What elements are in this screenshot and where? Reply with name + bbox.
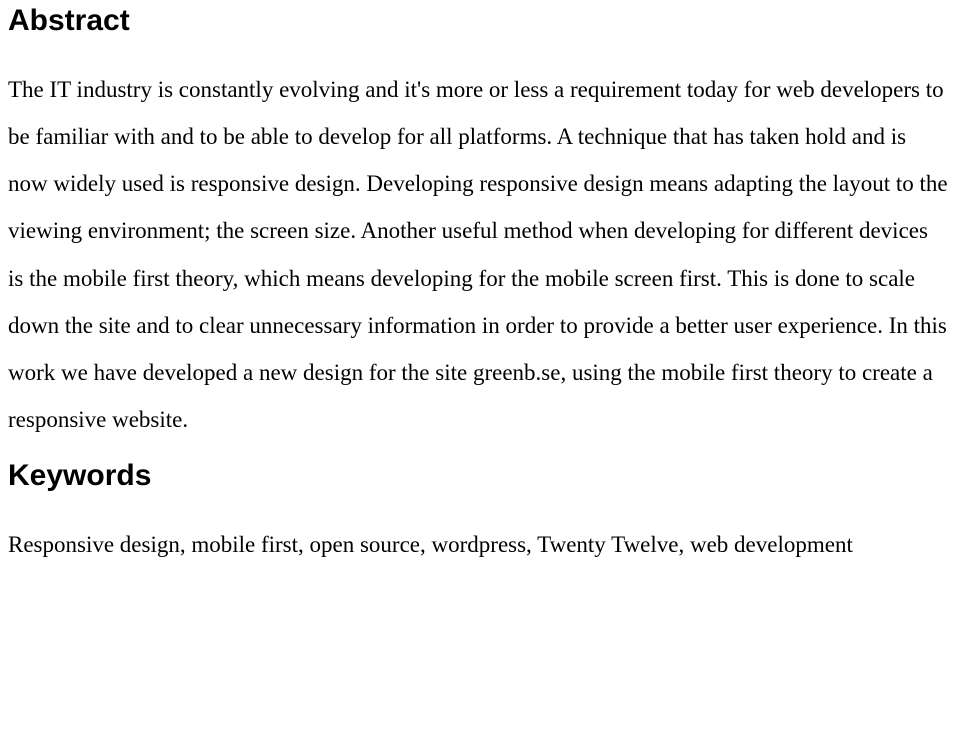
keywords-heading: Keywords: [8, 459, 948, 493]
document-page: Abstract The IT industry is constantly e…: [0, 0, 960, 568]
abstract-heading: Abstract: [8, 4, 948, 38]
keywords-paragraph: Responsive design, mobile first, open so…: [8, 521, 948, 568]
abstract-paragraph: The IT industry is constantly evolving a…: [8, 66, 948, 443]
